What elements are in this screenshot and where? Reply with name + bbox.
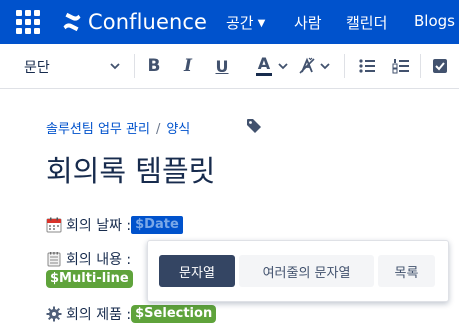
- confluence-logo[interactable]: Confluence: [62, 8, 207, 36]
- breadcrumb-separator: /: [155, 122, 161, 137]
- italic-icon: I: [184, 56, 192, 76]
- text-color-swatch: [256, 73, 272, 76]
- variable-date[interactable]: $Date: [131, 216, 183, 234]
- option-string[interactable]: 문자열: [159, 255, 235, 287]
- field-row-content: 회의 내용 :: [46, 249, 131, 269]
- field-row-date: 회의 날짜 : $Date: [46, 215, 183, 235]
- option-multi-line-string[interactable]: 여러줄의 문자열: [239, 255, 374, 287]
- field-label-content: 회의 내용 :: [66, 252, 132, 268]
- numbered-list-button[interactable]: [390, 54, 412, 78]
- task-list-button[interactable]: [430, 54, 450, 78]
- paragraph-style-dropdown[interactable]: 문단: [24, 57, 50, 77]
- field-label-product: 회의 제품 :: [66, 307, 132, 323]
- toolbar-divider: [134, 54, 135, 78]
- field-row-content-variable: $Multi-line: [46, 270, 133, 288]
- gear-icon: [46, 306, 62, 322]
- underline-icon: U: [215, 56, 229, 76]
- logo-text: Confluence: [88, 10, 208, 34]
- toolbar-divider: [420, 54, 421, 78]
- editor-toolbar: 문단 B I U A: [0, 44, 459, 89]
- text-color-icon: A: [257, 54, 271, 73]
- variable-type-popup: 문자열 여러줄의 문자열 목록: [147, 240, 449, 302]
- chevron-down-icon: [320, 63, 330, 70]
- field-row-product: 회의 제품 : $Selection: [46, 304, 217, 324]
- underline-button[interactable]: U: [212, 54, 232, 78]
- italic-button[interactable]: I: [178, 54, 198, 78]
- calendar-icon: [46, 217, 62, 233]
- chevron-down-icon: [110, 63, 120, 70]
- breadcrumb-item-templates[interactable]: 양식: [166, 122, 190, 137]
- app-switcher-icon[interactable]: [16, 10, 46, 34]
- bold-icon: B: [147, 56, 161, 76]
- text-color-button[interactable]: A: [252, 54, 276, 78]
- top-navigation-bar: Confluence 공간 ▼ 사람 캘린더 Blogs: [0, 0, 459, 44]
- bullet-list-button[interactable]: [356, 54, 378, 78]
- chevron-down-icon: [278, 63, 288, 70]
- clear-formatting-icon: [299, 57, 315, 74]
- variable-multi-line[interactable]: $Multi-line: [46, 270, 133, 288]
- confluence-logo-icon: [63, 12, 81, 32]
- bullet-list-icon: [359, 59, 375, 73]
- breadcrumb: 솔루션팀 업무 관리 / 양식: [46, 118, 190, 137]
- variable-selection[interactable]: $Selection: [131, 305, 217, 323]
- chevron-down-icon: ▼: [257, 18, 266, 29]
- checkbox-icon: [433, 59, 447, 73]
- numbered-list-icon: [392, 59, 409, 74]
- notepad-icon: [47, 252, 61, 267]
- nav-calendar[interactable]: 캘린더: [346, 12, 387, 33]
- nav-people[interactable]: 사람: [294, 12, 322, 33]
- bold-button[interactable]: B: [144, 54, 164, 78]
- page-title[interactable]: 회의록 템플릿: [46, 148, 215, 190]
- nav-blogs[interactable]: Blogs: [414, 12, 455, 30]
- breadcrumb-item-space[interactable]: 솔루션팀 업무 관리: [46, 122, 150, 137]
- nav-spaces[interactable]: 공간 ▼: [226, 12, 265, 33]
- option-list[interactable]: 목록: [378, 255, 435, 287]
- toolbar-divider: [344, 54, 345, 78]
- field-label-date: 회의 날짜 :: [66, 218, 132, 234]
- nav-spaces-label: 공간: [226, 14, 254, 32]
- tag-icon[interactable]: [246, 118, 262, 134]
- clear-formatting-button[interactable]: [296, 54, 318, 78]
- paragraph-style-label: 문단: [24, 60, 50, 76]
